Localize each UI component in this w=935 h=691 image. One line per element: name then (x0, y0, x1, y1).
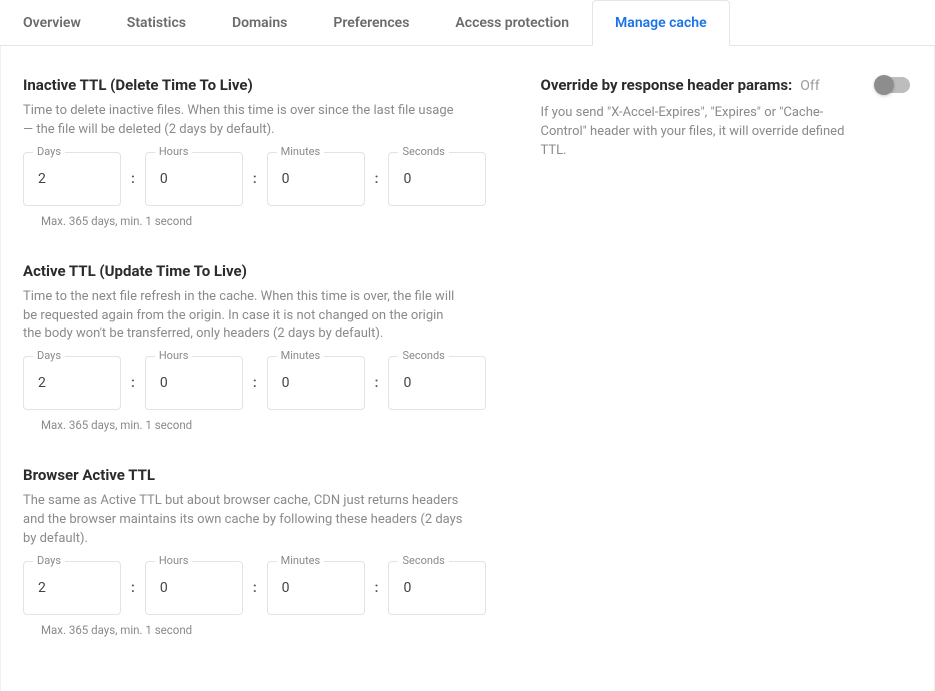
days-label: Days (33, 349, 65, 362)
inactive-ttl-seconds-input[interactable] (388, 152, 486, 206)
section-active-ttl: Active TTL (Update Time To Live) Time to… (23, 262, 486, 433)
left-column: Inactive TTL (Delete Time To Live) Time … (1, 76, 516, 671)
browser-active-ttl-time-row: Days : Hours : Minutes (23, 561, 486, 615)
active-ttl-minutes-input[interactable] (267, 356, 365, 410)
colon-separator: : (365, 375, 389, 391)
browser-active-ttl-days-input[interactable] (23, 561, 121, 615)
override-header-row: Override by response header params: Off (540, 76, 910, 94)
inactive-ttl-desc: Time to delete inactive files. When this… (23, 102, 463, 140)
minutes-label: Minutes (277, 554, 325, 567)
browser-active-ttl-hint: Max. 365 days, min. 1 second (41, 623, 486, 637)
active-ttl-title: Active TTL (Update Time To Live) (23, 262, 486, 280)
minutes-label: Minutes (277, 349, 325, 362)
browser-active-ttl-minutes-input[interactable] (267, 561, 365, 615)
active-ttl-seconds-input[interactable] (388, 356, 486, 410)
colon-separator: : (121, 171, 145, 187)
hours-label: Hours (155, 554, 193, 567)
browser-active-ttl-seconds-input[interactable] (388, 561, 486, 615)
inactive-ttl-time-row: Days : Hours : Minutes (23, 152, 486, 206)
tab-access-protection[interactable]: Access protection (432, 0, 592, 45)
seconds-label: Seconds (398, 554, 448, 567)
days-label: Days (33, 145, 65, 158)
tab-manage-cache[interactable]: Manage cache (592, 0, 730, 46)
inactive-ttl-minutes-input[interactable] (267, 152, 365, 206)
browser-active-ttl-desc: The same as Active TTL but about browser… (23, 492, 463, 549)
active-ttl-desc: Time to the next file refresh in the cac… (23, 288, 463, 345)
inactive-ttl-days-input[interactable] (23, 152, 121, 206)
active-ttl-days-input[interactable] (23, 356, 121, 410)
browser-active-ttl-title: Browser Active TTL (23, 466, 486, 484)
browser-active-ttl-hours-input[interactable] (145, 561, 243, 615)
hours-label: Hours (155, 349, 193, 362)
override-state: Off (800, 78, 819, 94)
colon-separator: : (121, 580, 145, 596)
override-toggle[interactable] (876, 77, 910, 93)
hours-label: Hours (155, 145, 193, 158)
override-title: Override by response header params: (540, 76, 792, 94)
tab-domains[interactable]: Domains (209, 0, 310, 45)
inactive-ttl-hours-input[interactable] (145, 152, 243, 206)
seconds-label: Seconds (398, 349, 448, 362)
active-ttl-hint: Max. 365 days, min. 1 second (41, 418, 486, 432)
tab-overview[interactable]: Overview (0, 0, 104, 45)
inactive-ttl-hint: Max. 365 days, min. 1 second (41, 214, 486, 228)
colon-separator: : (243, 375, 267, 391)
inactive-ttl-title: Inactive TTL (Delete Time To Live) (23, 76, 486, 94)
content-area: Inactive TTL (Delete Time To Live) Time … (0, 46, 935, 691)
colon-separator: : (365, 171, 389, 187)
minutes-label: Minutes (277, 145, 325, 158)
tab-statistics[interactable]: Statistics (104, 0, 209, 45)
active-ttl-time-row: Days : Hours : Minutes (23, 356, 486, 410)
active-ttl-hours-input[interactable] (145, 356, 243, 410)
colon-separator: : (243, 580, 267, 596)
section-browser-active-ttl: Browser Active TTL The same as Active TT… (23, 466, 486, 637)
section-inactive-ttl: Inactive TTL (Delete Time To Live) Time … (23, 76, 486, 228)
colon-separator: : (121, 375, 145, 391)
toggle-knob-icon (874, 75, 894, 95)
colon-separator: : (365, 580, 389, 596)
days-label: Days (33, 554, 65, 567)
override-desc: If you send "X-Accel-Expires", "Expires"… (540, 104, 850, 161)
colon-separator: : (243, 171, 267, 187)
seconds-label: Seconds (398, 145, 448, 158)
tabs-bar: Overview Statistics Domains Preferences … (0, 0, 935, 46)
right-column: Override by response header params: Off … (516, 76, 934, 671)
tab-preferences[interactable]: Preferences (310, 0, 432, 45)
